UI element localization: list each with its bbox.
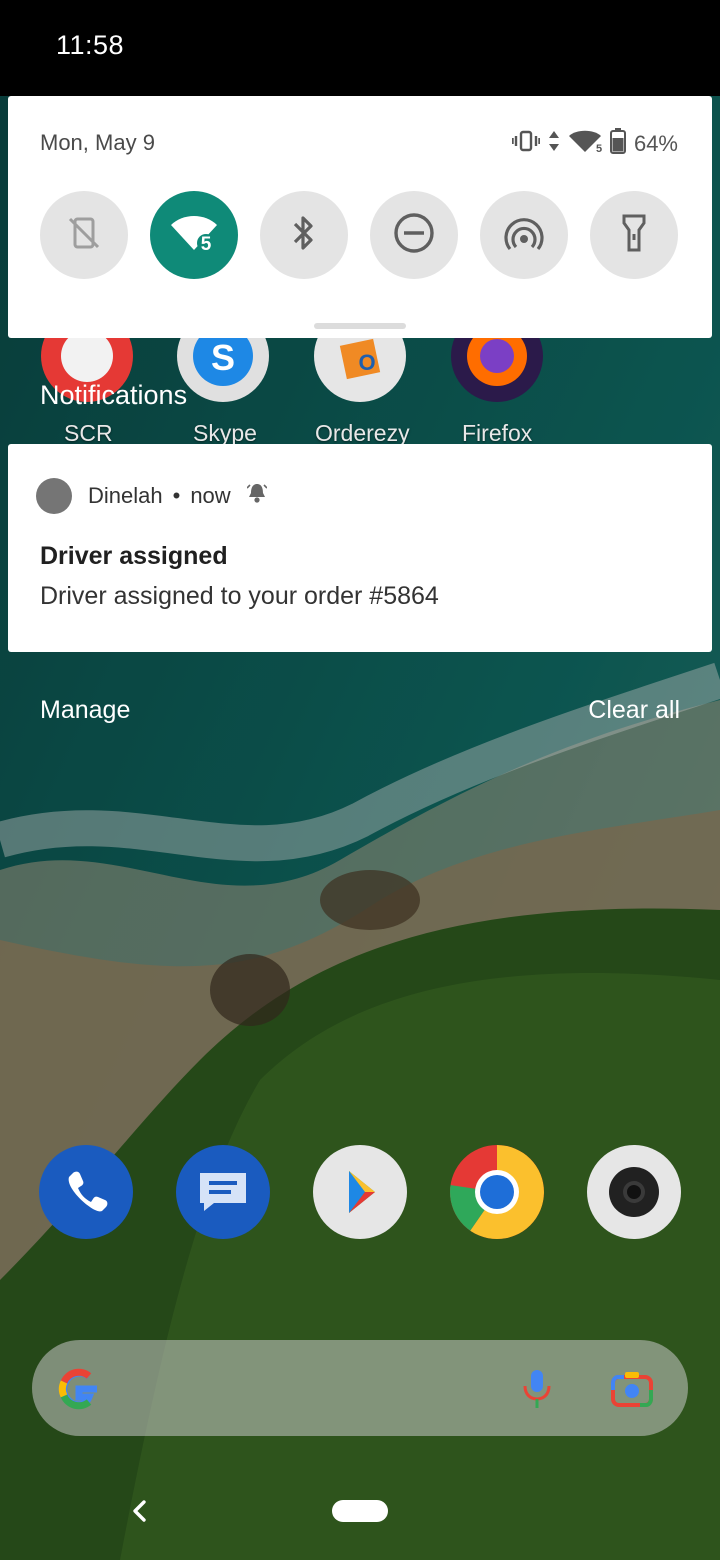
svg-text:O: O — [358, 350, 375, 375]
rotate-off-icon — [66, 215, 102, 256]
qs-status-icons: 5 64% — [511, 128, 678, 160]
skype-app-icon[interactable]: S — [176, 338, 270, 404]
notification-body: Driver assigned to your order #5864 — [40, 582, 439, 610]
clock: 11:58 — [56, 30, 125, 60]
tile-wifi[interactable]: 5 — [150, 191, 238, 279]
clear-all-button[interactable]: Clear all — [588, 696, 680, 725]
firefox-app-label: Firefox — [462, 420, 533, 446]
vibrate-icon — [511, 130, 541, 158]
qs-expand-handle[interactable] — [314, 323, 406, 329]
google-search-bar[interactable] — [32, 1340, 688, 1436]
microphone-icon[interactable] — [520, 1368, 554, 1415]
notification-time: now — [190, 483, 231, 508]
nav-back-button[interactable] — [128, 1496, 150, 1531]
lens-camera-icon[interactable] — [610, 1370, 654, 1413]
play-store-app-icon[interactable] — [313, 1145, 407, 1239]
tile-bluetooth[interactable] — [260, 191, 348, 279]
firefox-app-icon[interactable] — [450, 338, 544, 404]
meta-separator-dot: • — [172, 483, 181, 508]
wifi-icon: 5 — [169, 213, 219, 258]
orderezy-app-icon[interactable]: O — [313, 338, 407, 404]
app-icon — [36, 478, 72, 514]
tile-flashlight[interactable] — [590, 191, 678, 279]
tile-auto-rotate[interactable] — [40, 191, 128, 279]
wifi-badge: 5 — [201, 234, 212, 253]
status-bar: 11:58 — [0, 0, 720, 96]
quick-settings-panel: Mon, May 9 5 64% 5 — [8, 96, 712, 338]
svg-text:S: S — [211, 338, 235, 378]
scr-app-label: SCR — [64, 420, 113, 446]
qs-date[interactable]: Mon, May 9 — [40, 130, 155, 156]
tile-do-not-disturb[interactable] — [370, 191, 458, 279]
notifications-header: Notifications — [40, 380, 188, 410]
battery-icon — [609, 128, 626, 160]
manage-button[interactable]: Manage — [40, 696, 130, 725]
notification-title: Driver assigned — [40, 542, 228, 570]
do-not-disturb-icon — [393, 212, 435, 259]
messages-app-icon[interactable] — [176, 1145, 270, 1239]
chrome-app-icon[interactable] — [450, 1145, 544, 1239]
wifi-status-icon: 5 — [568, 129, 602, 159]
phone-app-icon[interactable] — [39, 1145, 133, 1239]
notification-app-name: Dinelah — [88, 483, 163, 508]
battery-percent: 64% — [633, 131, 678, 156]
bell-icon — [246, 482, 268, 510]
nav-home-pill[interactable] — [332, 1500, 388, 1522]
notification-meta: Dinelah • now — [88, 482, 268, 510]
flashlight-icon — [619, 213, 649, 258]
notification-card[interactable]: Dinelah • now Driver assigned Driver ass… — [8, 444, 712, 652]
qs-tiles: 5 — [40, 191, 678, 279]
orderezy-app-label: Orderezy — [315, 420, 410, 446]
data-arrows-icon — [548, 130, 560, 158]
camera-app-icon[interactable] — [587, 1145, 681, 1239]
google-logo-icon — [56, 1366, 102, 1417]
tile-hotspot[interactable] — [480, 191, 568, 279]
hotspot-icon — [503, 215, 545, 256]
svg-text:5: 5 — [596, 143, 602, 153]
skype-app-label: Skype — [193, 420, 257, 446]
bluetooth-icon — [289, 213, 319, 258]
